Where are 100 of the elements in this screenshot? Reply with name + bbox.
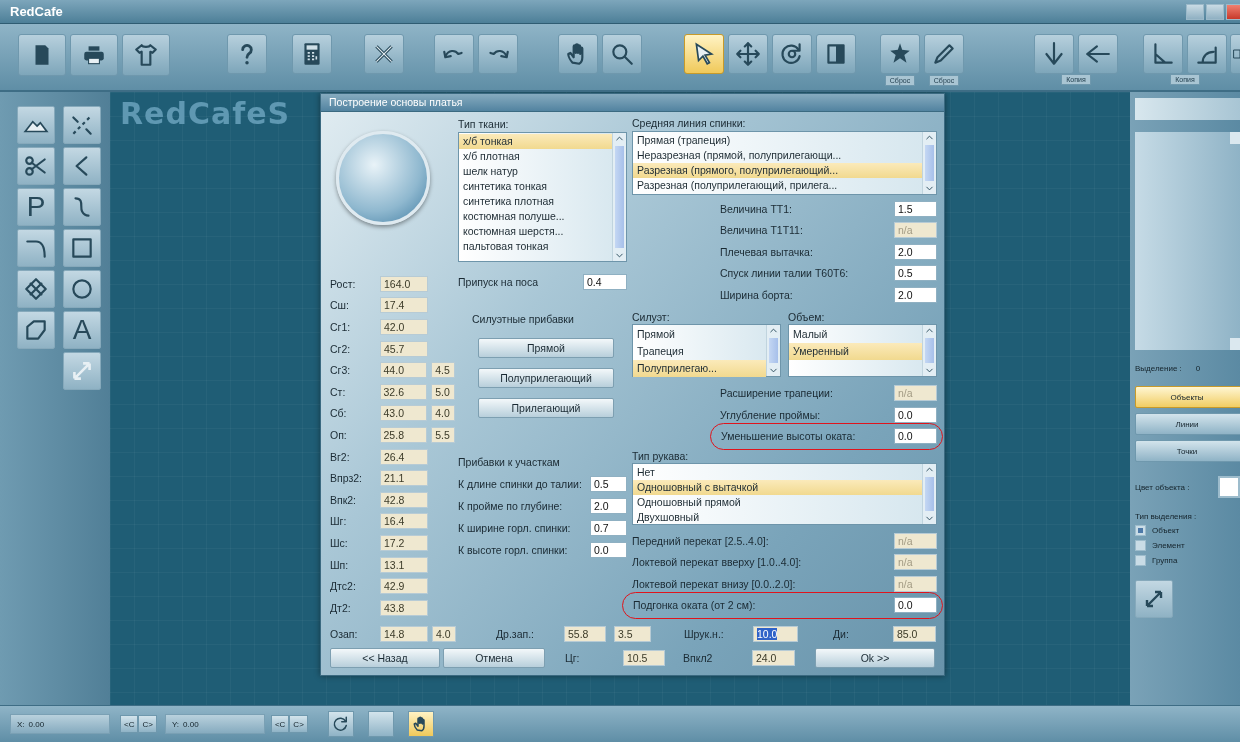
input-field[interactable]: 25.8 — [379, 426, 428, 443]
cancel-button[interactable]: Отмена — [443, 648, 545, 668]
input-field[interactable]: 2.0 — [894, 243, 937, 260]
tool-button[interactable] — [63, 106, 101, 144]
model-button[interactable] — [122, 34, 170, 76]
input-field[interactable]: 0.0 — [894, 428, 937, 445]
zoom-button[interactable] — [602, 34, 642, 74]
input-field[interactable]: 26.4 — [380, 448, 428, 465]
copy-button[interactable] — [1034, 34, 1074, 74]
input-field[interactable]: 43.0 — [379, 405, 428, 422]
copy-button[interactable] — [1078, 34, 1118, 74]
input-field[interactable]: 14.8 — [380, 626, 428, 642]
link-tool-button[interactable] — [1135, 580, 1173, 618]
list-item[interactable]: Трапеция — [633, 342, 766, 360]
input-field[interactable]: 0.0 — [894, 597, 937, 614]
checkbox[interactable] — [1135, 540, 1146, 551]
list-item[interactable]: Прямой — [633, 325, 766, 343]
input-field[interactable]: 13.1 — [380, 556, 428, 573]
tool-button[interactable] — [17, 270, 55, 308]
tool-button[interactable] — [63, 270, 101, 308]
input-field[interactable]: 5.0 — [431, 383, 455, 400]
input-field[interactable]: 10.0 — [753, 626, 798, 642]
text-tool-button[interactable]: P — [17, 188, 55, 226]
list-item[interactable]: синтетика плотная — [459, 194, 612, 209]
move-button[interactable] — [728, 34, 768, 74]
prev-button[interactable]: <C — [120, 715, 139, 733]
input-field[interactable]: 1.5 — [894, 200, 937, 217]
input-field[interactable]: 0.4 — [583, 274, 627, 290]
scrollbar[interactable] — [612, 133, 626, 261]
tool-button[interactable] — [63, 229, 101, 267]
ok-button[interactable]: Ok >> — [815, 648, 935, 668]
list-item[interactable]: Разрезная (прямого, полуприлегающий... — [633, 163, 922, 178]
input-field[interactable]: 0.7 — [590, 520, 627, 536]
next-button[interactable]: C> — [138, 715, 157, 733]
input-field[interactable]: 17.4 — [380, 297, 428, 314]
close-button[interactable] — [1226, 3, 1240, 20]
input-field[interactable]: 45.7 — [380, 340, 428, 357]
list-item[interactable]: Полуприлегаю... — [633, 359, 766, 377]
list-item[interactable]: Одношовный прямой — [633, 495, 922, 510]
redo-button[interactable] — [478, 34, 518, 74]
input-field[interactable]: 0.5 — [894, 265, 937, 282]
input-field[interactable]: 3.5 — [614, 626, 651, 642]
next-button[interactable]: C> — [289, 715, 308, 733]
new-button[interactable] — [18, 34, 66, 76]
tool-button[interactable] — [63, 188, 101, 226]
input-field[interactable]: 85.0 — [893, 626, 936, 642]
checkbox[interactable] — [1135, 525, 1146, 536]
text-tool-button[interactable]: A — [63, 311, 101, 349]
list-item[interactable]: Разрезная (полуприлегающий, прилега... — [633, 178, 922, 193]
list-item[interactable]: Умеренный — [789, 342, 922, 360]
list-item[interactable]: пальтовая тонкая — [459, 239, 612, 254]
list-item[interactable]: Прямая (трапеция) — [633, 133, 922, 148]
input-field[interactable]: 42.9 — [380, 578, 428, 595]
help-button[interactable] — [227, 34, 267, 74]
list-item[interactable]: Малый — [789, 325, 922, 343]
tool-button[interactable] — [17, 106, 55, 144]
input-field[interactable]: 44.0 — [379, 362, 428, 379]
scrollbar[interactable] — [922, 464, 936, 524]
calculator-button[interactable] — [292, 34, 332, 74]
tool-button[interactable] — [17, 311, 55, 349]
coordinate-field[interactable]: Y: 0.00 — [164, 714, 265, 734]
list-item[interactable]: х/б тонкая — [459, 134, 612, 149]
mode-button[interactable]: Линии — [1135, 413, 1240, 435]
input-field[interactable]: 164.0 — [380, 275, 428, 292]
copy-button[interactable] — [1187, 34, 1227, 74]
list-item[interactable]: костюмная полуше... — [459, 209, 612, 224]
list-item[interactable]: Нет — [633, 465, 922, 480]
tool-button[interactable] — [63, 147, 101, 185]
tool-button[interactable] — [1230, 34, 1240, 74]
input-field[interactable]: 24.0 — [752, 650, 795, 666]
input-field[interactable]: 43.8 — [380, 599, 428, 616]
input-field[interactable]: 42.8 — [380, 491, 428, 508]
input-field[interactable] — [1135, 98, 1240, 120]
list-item[interactable]: Неразрезная (прямой, полуприлегающи... — [633, 148, 922, 163]
input-field[interactable]: 5.5 — [431, 426, 455, 443]
input-field[interactable]: 2.0 — [894, 286, 937, 303]
input-field[interactable]: 4.0 — [431, 405, 455, 422]
tools-button[interactable] — [364, 34, 404, 74]
list-item[interactable]: костюмная шерстя... — [459, 224, 612, 239]
input-field[interactable]: 0.0 — [894, 406, 937, 423]
print-button[interactable] — [70, 34, 118, 76]
input-field[interactable]: 0.5 — [590, 476, 627, 492]
rotate-button[interactable] — [772, 34, 812, 74]
color-swatch[interactable] — [1218, 476, 1240, 498]
tool-button[interactable] — [327, 711, 354, 737]
tool-button[interactable] — [17, 229, 55, 267]
prev-button[interactable]: <C — [270, 715, 290, 733]
mode-button[interactable]: Объекты — [1135, 386, 1240, 408]
input-field[interactable]: 32.6 — [379, 383, 428, 400]
pan-button[interactable] — [558, 34, 598, 74]
mode-button[interactable]: Точки — [1135, 440, 1240, 462]
undo-button[interactable] — [434, 34, 474, 74]
checkbox[interactable] — [1135, 555, 1146, 566]
select-button[interactable] — [684, 34, 724, 74]
list-item[interactable]: Одношовный с вытачкой — [633, 480, 922, 495]
tool-button[interactable] — [407, 711, 434, 737]
silhouette-button[interactable]: Полуприлегающий — [478, 368, 614, 388]
list-item[interactable]: шелк натур — [459, 164, 612, 179]
input-field[interactable]: 4.5 — [431, 362, 455, 379]
coordinate-field[interactable]: X: 0.00 — [10, 714, 110, 734]
